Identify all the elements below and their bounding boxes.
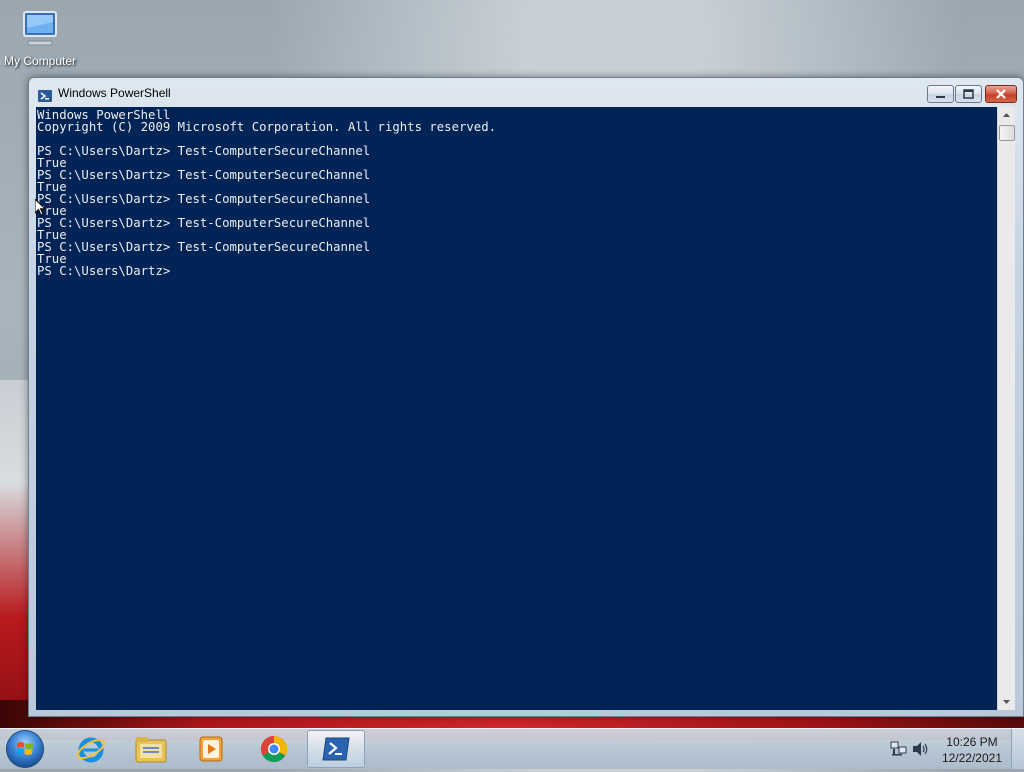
powershell-icon <box>322 737 350 761</box>
taskbar-chrome[interactable] <box>245 730 303 768</box>
console-line: PS C:\Users\Dartz> Test-ComputerSecureCh… <box>37 240 371 254</box>
network-icon[interactable] <box>890 741 908 761</box>
console-prompt-line: PS C:\Users\Dartz> <box>37 264 171 278</box>
internet-explorer-icon <box>76 737 106 763</box>
caption-buttons <box>926 85 1017 103</box>
powershell-icon <box>38 87 52 102</box>
show-desktop-button[interactable] <box>1011 729 1024 769</box>
taskbar-media-player[interactable] <box>182 730 240 768</box>
minimize-icon <box>936 96 945 98</box>
clock-date: 12/22/2021 <box>941 751 1002 765</box>
volume-icon[interactable] <box>912 741 930 761</box>
taskbar: 10:26 PM 12/22/2021 <box>0 728 1024 769</box>
chrome-icon <box>260 735 288 763</box>
maximize-icon <box>963 89 974 99</box>
scroll-down-button[interactable] <box>998 693 1015 710</box>
chevron-down-icon <box>1003 700 1010 704</box>
start-button[interactable] <box>6 730 44 768</box>
close-button[interactable] <box>985 85 1017 103</box>
system-tray: 10:26 PM 12/22/2021 <box>884 729 1024 769</box>
window-title: Windows PowerShell <box>58 86 171 100</box>
scrollbar-thumb[interactable] <box>999 125 1015 141</box>
taskbar-file-explorer[interactable] <box>122 730 180 768</box>
taskbar-internet-explorer[interactable] <box>62 730 120 768</box>
minimize-button[interactable] <box>927 85 954 103</box>
vertical-scrollbar[interactable] <box>997 107 1015 710</box>
powershell-window: Windows PowerShell Windows PowerShell Cop… <box>28 77 1024 717</box>
title-bar[interactable]: Windows PowerShell <box>29 78 1023 107</box>
media-player-icon <box>199 736 223 762</box>
console-line: True <box>37 252 67 266</box>
mouse-cursor-icon <box>34 197 47 221</box>
maximize-button[interactable] <box>955 85 982 103</box>
console-area[interactable]: Windows PowerShell Copyright (C) 2009 Mic… <box>36 107 997 710</box>
console-line: PS C:\Users\Dartz> Test-ComputerSecureCh… <box>37 168 371 182</box>
computer-icon <box>18 10 62 48</box>
file-explorer-icon <box>135 737 167 763</box>
console-line: PS C:\Users\Dartz> Test-ComputerSecureCh… <box>37 216 371 230</box>
chevron-up-icon <box>1003 113 1010 117</box>
scroll-up-button[interactable] <box>998 107 1015 124</box>
desktop-icon-label: My Computer <box>3 54 77 68</box>
console-line: Copyright (C) 2009 Microsoft Corporation… <box>37 120 497 134</box>
wallpaper-red-left <box>0 380 30 720</box>
console-line: PS C:\Users\Dartz> Test-ComputerSecureCh… <box>37 144 371 158</box>
console-output: Windows PowerShell Copyright (C) 2009 Mic… <box>36 107 997 277</box>
console-line: PS C:\Users\Dartz> Test-ComputerSecureCh… <box>37 192 371 206</box>
clock[interactable]: 10:26 PM 12/22/2021 <box>942 734 1002 766</box>
close-icon <box>996 89 1006 99</box>
taskbar-powershell[interactable] <box>307 730 365 768</box>
clock-time: 10:26 PM <box>946 735 998 749</box>
windows-start-icon <box>16 742 33 755</box>
desktop-icon-my-computer[interactable]: My Computer <box>2 8 78 74</box>
